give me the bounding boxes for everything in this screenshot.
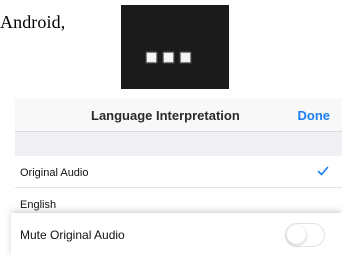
language-interpretation-panel: Language Interpretation Done Original Au…: [15, 99, 342, 219]
mute-label: Mute Original Audio: [20, 228, 125, 242]
document-text: Android,: [0, 12, 66, 32]
more-options-button[interactable]: [121, 5, 229, 89]
option-label: Original Audio: [20, 167, 89, 179]
option-original-audio[interactable]: Original Audio: [15, 156, 342, 188]
more-dots-icon: [147, 53, 190, 62]
done-button[interactable]: Done: [298, 108, 331, 123]
panel-header: Language Interpretation Done: [15, 99, 342, 132]
option-label: English: [20, 199, 57, 211]
checkmark-icon: [317, 166, 329, 176]
mute-original-audio-row: Mute Original Audio: [11, 213, 342, 257]
mute-toggle[interactable]: [285, 223, 325, 247]
panel-title: Language Interpretation: [91, 108, 240, 123]
toggle-knob: [287, 225, 306, 244]
